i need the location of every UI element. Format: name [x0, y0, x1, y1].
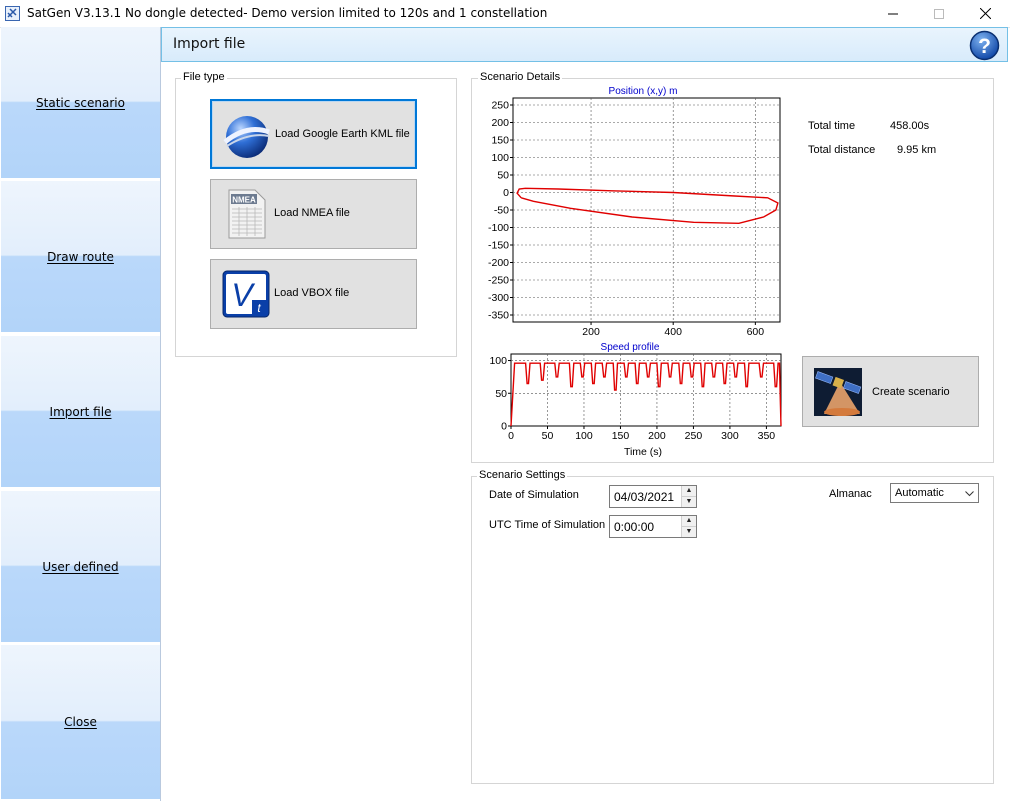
spin-down-icon[interactable]: ▼	[682, 497, 696, 508]
y-tick-label: 100	[489, 355, 507, 367]
y-tick-label: -250	[488, 275, 509, 287]
chevron-down-icon	[965, 491, 974, 497]
total-time-value: 458.00s	[890, 120, 930, 132]
x-tick-label: 300	[721, 430, 739, 442]
minimize-button[interactable]	[870, 0, 916, 27]
nav-label: User defined	[42, 559, 119, 574]
speed-y-ticks: 100 50 0	[489, 355, 511, 433]
y-tick-label: -300	[488, 292, 509, 304]
y-tick-label: 150	[491, 135, 509, 147]
y-tick-label: -200	[488, 257, 509, 269]
y-tick-label: 250	[491, 100, 509, 112]
total-time-label: Total time	[808, 120, 856, 132]
time-value: 0:00:00	[614, 520, 655, 534]
spin-up-icon[interactable]: ▲	[682, 516, 696, 527]
nav-user-defined-button[interactable]: User defined	[1, 491, 160, 644]
scenario-settings-group-label: Scenario Settings	[477, 469, 568, 481]
y-tick-label: -50	[494, 205, 509, 217]
y-tick-label: 50	[495, 388, 507, 400]
vbox-icon-letter: V	[231, 277, 255, 313]
minimize-icon	[888, 13, 898, 14]
x-tick-label: 0	[508, 430, 514, 442]
y-tick-label: 0	[503, 187, 509, 199]
time-picker[interactable]: 0:00:00 ▲ ▼	[609, 515, 697, 538]
nmea-icon-text: NMEA	[232, 196, 256, 205]
load-nmea-label: Load NMEA file	[274, 207, 350, 219]
help-icon[interactable]: ?	[969, 30, 1000, 61]
load-kml-label: Load Google Earth KML file	[275, 128, 410, 140]
speed-chart: Speed profile 100 50 0 0 50 100 150 200 250 300 3…	[489, 342, 782, 458]
position-chart: Position (x,y) m 250 200 150 100 50 0 -50 -100 -…	[488, 86, 781, 338]
date-label: Date of Simulation	[489, 489, 579, 501]
x-tick-label: 350	[758, 430, 776, 442]
title-bar: SatGen V3.13.1 No dongle detected- Demo …	[0, 0, 1010, 28]
nav-static-scenario-button[interactable]: Static scenario	[1, 27, 160, 180]
nav-label: Close	[64, 715, 97, 729]
spin-down-icon[interactable]: ▼	[682, 527, 696, 538]
y-tick-label: 100	[491, 152, 509, 164]
svg-text:?: ?	[978, 35, 991, 58]
nav-draw-route-button[interactable]: Draw route	[1, 181, 160, 334]
page-title: Import file	[173, 36, 246, 52]
x-tick-label: 150	[612, 430, 630, 442]
almanac-label: Almanac	[829, 488, 872, 500]
total-distance-value: 9.95 km	[897, 144, 937, 156]
date-value: 04/03/2021	[614, 490, 675, 504]
date-picker[interactable]: 04/03/2021 ▲ ▼	[609, 485, 697, 508]
y-tick-label: -100	[488, 222, 509, 234]
y-tick-label: -350	[488, 310, 509, 322]
nav-label: Static scenario	[36, 95, 125, 110]
speed-x-ticks: 0 50 100 150 200 250 300 350	[508, 426, 775, 442]
window-title: SatGen V3.13.1 No dongle detected- Demo …	[27, 6, 548, 20]
y-tick-label: 50	[497, 170, 509, 182]
load-vbox-button[interactable]: V t Load VBOX file	[210, 259, 417, 329]
maximize-button[interactable]	[916, 0, 962, 27]
maximize-icon	[934, 8, 944, 19]
nmea-icon: NMEA	[228, 189, 266, 239]
vbox-icon: V t	[222, 270, 270, 318]
date-spinner[interactable]: ▲ ▼	[681, 486, 696, 507]
satgen-app-icon	[5, 6, 20, 21]
x-tick-label: 400	[664, 326, 682, 338]
y-tick-label: -150	[488, 240, 509, 252]
x-tick-label: 600	[747, 326, 765, 338]
create-scenario-button[interactable]: Create scenario	[802, 356, 979, 427]
position-x-ticks: 200 400 600	[582, 322, 764, 338]
google-earth-icon	[223, 116, 270, 158]
position-chart-title: Position (x,y) m	[609, 86, 678, 97]
x-tick-label: 250	[685, 430, 703, 442]
load-nmea-button[interactable]: NMEA Load NMEA file	[210, 179, 417, 249]
nav-close-button[interactable]: Close	[1, 645, 160, 801]
y-tick-label: 0	[501, 421, 507, 433]
y-tick-label: 200	[491, 117, 509, 129]
time-spinner[interactable]: ▲ ▼	[681, 516, 696, 537]
close-window-button[interactable]	[962, 0, 1008, 27]
nav-import-file-button[interactable]: Import file	[1, 336, 160, 489]
x-tick-label: 200	[648, 430, 666, 442]
x-tick-label: 50	[542, 430, 554, 442]
total-distance-label: Total distance	[808, 144, 876, 156]
speed-chart-title: Speed profile	[601, 342, 660, 353]
almanac-value: Automatic	[895, 487, 944, 499]
load-vbox-label: Load VBOX file	[274, 287, 350, 299]
x-tick-label: 200	[582, 326, 600, 338]
almanac-select[interactable]: Automatic	[890, 483, 979, 503]
nav-divider	[160, 27, 161, 801]
speed-x-axis-label: Time (s)	[624, 446, 662, 458]
position-y-ticks: 250 200 150 100 50 0 -50 -100 -150 -200 -250 -300 -3…	[488, 100, 513, 322]
close-icon	[979, 8, 991, 19]
file-type-group-label: File type	[181, 71, 227, 83]
load-kml-button[interactable]: Load Google Earth KML file	[210, 99, 417, 169]
x-tick-label: 100	[575, 430, 593, 442]
time-label: UTC Time of Simulation	[489, 519, 606, 531]
satellite-icon	[814, 368, 862, 416]
create-scenario-label: Create scenario	[872, 386, 950, 398]
nav-label: Draw route	[47, 249, 114, 264]
spin-up-icon[interactable]: ▲	[682, 486, 696, 497]
page-header: Import file ?	[161, 27, 1008, 62]
nav-label: Import file	[49, 404, 112, 419]
